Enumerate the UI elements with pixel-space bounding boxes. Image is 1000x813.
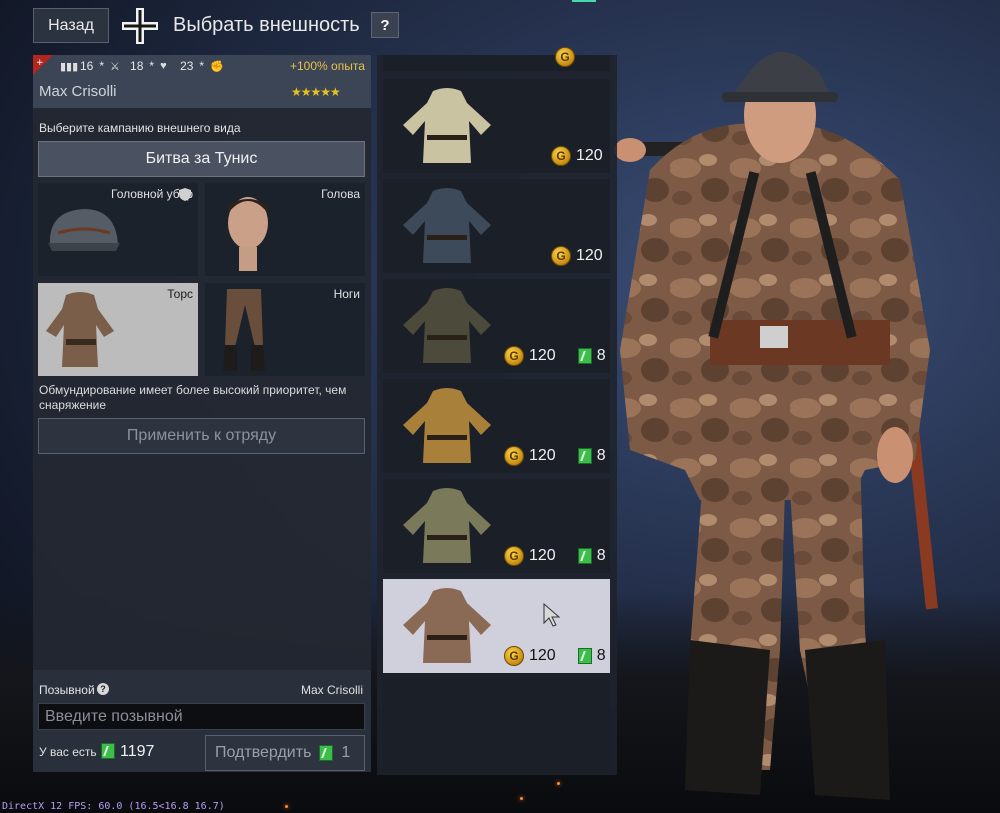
helmet-icon bbox=[48, 209, 120, 251]
item-price: G 120 8 bbox=[504, 346, 606, 366]
list-item-partial[interactable]: G bbox=[383, 47, 610, 71]
appearance-item[interactable]: G 120 8 bbox=[383, 579, 610, 673]
svg-text:+: + bbox=[36, 58, 44, 68]
stat-value: 23 bbox=[180, 59, 194, 73]
gold-coin-icon: G bbox=[504, 346, 524, 366]
mouse-cursor bbox=[543, 602, 561, 632]
appearance-item[interactable] bbox=[383, 679, 610, 771]
ember bbox=[285, 805, 288, 808]
slot-legs[interactable]: Ноги bbox=[205, 283, 365, 376]
campaign-label: Выберите кампанию внешнего вида bbox=[39, 121, 241, 135]
confirm-cost: 1 bbox=[341, 744, 351, 761]
ticket-price: 8 bbox=[596, 447, 606, 464]
balance-count: 1197 bbox=[120, 743, 155, 760]
back-button[interactable]: Назад bbox=[33, 8, 109, 43]
uniform-preview bbox=[403, 588, 491, 663]
item-price: G 120 bbox=[551, 146, 603, 166]
appearance-item[interactable]: G 120 bbox=[383, 79, 610, 173]
page-title: Выбрать внешность bbox=[173, 14, 360, 36]
ticket-icon bbox=[577, 348, 592, 364]
campaign-select-button[interactable]: Битва за Тунис bbox=[38, 141, 365, 177]
callsign-label: Позывной bbox=[39, 683, 95, 697]
heart-icon: ♥ bbox=[160, 60, 167, 72]
fist-icon: ✊ bbox=[210, 61, 224, 73]
appearance-item[interactable]: G 120 8 bbox=[383, 379, 610, 473]
soldier-name: Max Crisolli bbox=[39, 83, 117, 100]
rank-badge-icon: + bbox=[33, 55, 53, 75]
torso-preview bbox=[46, 292, 114, 367]
help-button[interactable]: ? bbox=[371, 12, 399, 38]
gold-coin-icon: G bbox=[555, 47, 575, 67]
stat-value: 16 bbox=[80, 59, 94, 73]
slot-label: Голова bbox=[321, 187, 360, 201]
gold-coin-icon: G bbox=[551, 246, 571, 266]
uniform-preview bbox=[403, 288, 491, 363]
uniform-preview bbox=[403, 88, 491, 163]
top-accent-line bbox=[572, 0, 596, 2]
gold-coin-icon: G bbox=[551, 146, 571, 166]
gold-price: 120 bbox=[529, 547, 556, 564]
gold-price: 120 bbox=[529, 347, 556, 364]
exp-bonus: +100% опыта bbox=[290, 59, 365, 73]
gold-coin-icon: G bbox=[504, 646, 524, 666]
slot-label: Торс bbox=[167, 287, 193, 301]
stat-value: 18 bbox=[130, 59, 144, 73]
head-preview bbox=[228, 197, 268, 271]
ticket-price: 8 bbox=[596, 347, 606, 364]
callsign-input[interactable] bbox=[38, 703, 365, 730]
gold-coin-icon: G bbox=[504, 546, 524, 566]
slot-label: Ноги bbox=[333, 287, 360, 301]
star-icon: * bbox=[199, 59, 205, 73]
ember bbox=[520, 797, 523, 800]
pants-preview bbox=[223, 289, 265, 371]
callsign-current: Max Crisolli bbox=[301, 683, 364, 697]
slot-headgear[interactable]: Головной убор bbox=[38, 183, 198, 276]
star-icon: * bbox=[99, 59, 105, 73]
ticket-icon bbox=[577, 448, 592, 464]
melee-icon: ⚔ bbox=[110, 61, 120, 73]
ticket-price: 8 bbox=[596, 547, 606, 564]
balkenkreuz-icon bbox=[122, 8, 158, 44]
balance-label: У вас есть bbox=[39, 745, 97, 759]
uniform-preview bbox=[403, 188, 491, 263]
ticket-icon bbox=[319, 745, 334, 761]
priority-note: Обмундирование имеет более высокий приор… bbox=[39, 383, 347, 412]
item-price: G 120 8 bbox=[504, 446, 606, 466]
ticket-icon bbox=[577, 548, 592, 564]
soldier-stats: ▮▮▮ 16 * ⚔ 18 * ♥ 23 * ✊ bbox=[60, 59, 224, 73]
ticket-price: 8 bbox=[596, 647, 606, 664]
appearance-item[interactable]: G 120 8 bbox=[383, 279, 610, 373]
star-icon: * bbox=[149, 59, 155, 73]
callsign-help-icon[interactable]: ? bbox=[97, 683, 109, 695]
slot-torso[interactable]: Торс bbox=[38, 283, 198, 376]
uniform-preview bbox=[403, 488, 491, 563]
confirm-label: Подтвердить bbox=[215, 744, 312, 761]
uniform-preview bbox=[403, 388, 491, 463]
gold-price: 120 bbox=[576, 247, 603, 264]
ticket-icon bbox=[577, 648, 592, 664]
item-price: G 120 8 bbox=[504, 646, 606, 666]
ember bbox=[557, 782, 560, 785]
rating-stars: ★★★★★ bbox=[291, 85, 341, 99]
confirm-button[interactable]: Подтвердить 1 bbox=[205, 735, 365, 771]
appearance-item[interactable]: G 120 8 bbox=[383, 479, 610, 573]
fps-counter: DirectX 12 FPS: 60.0 (16.5<16.8 16.7) bbox=[2, 801, 225, 812]
item-price: G 120 bbox=[551, 246, 603, 266]
slot-head[interactable]: Голова bbox=[205, 183, 365, 276]
gold-price: 120 bbox=[529, 647, 556, 664]
soldier-model bbox=[614, 52, 938, 800]
apply-to-squad-button[interactable]: Применить к отряду bbox=[38, 418, 365, 454]
shield-icon bbox=[179, 188, 191, 201]
ammo-icon: ▮▮▮ bbox=[60, 61, 79, 73]
item-price: G 120 8 bbox=[504, 546, 606, 566]
appearance-item[interactable]: G 120 bbox=[383, 179, 610, 273]
gold-price: 120 bbox=[529, 447, 556, 464]
ticket-icon bbox=[101, 743, 115, 759]
gold-price: 120 bbox=[576, 147, 603, 164]
gold-coin-icon: G bbox=[504, 446, 524, 466]
